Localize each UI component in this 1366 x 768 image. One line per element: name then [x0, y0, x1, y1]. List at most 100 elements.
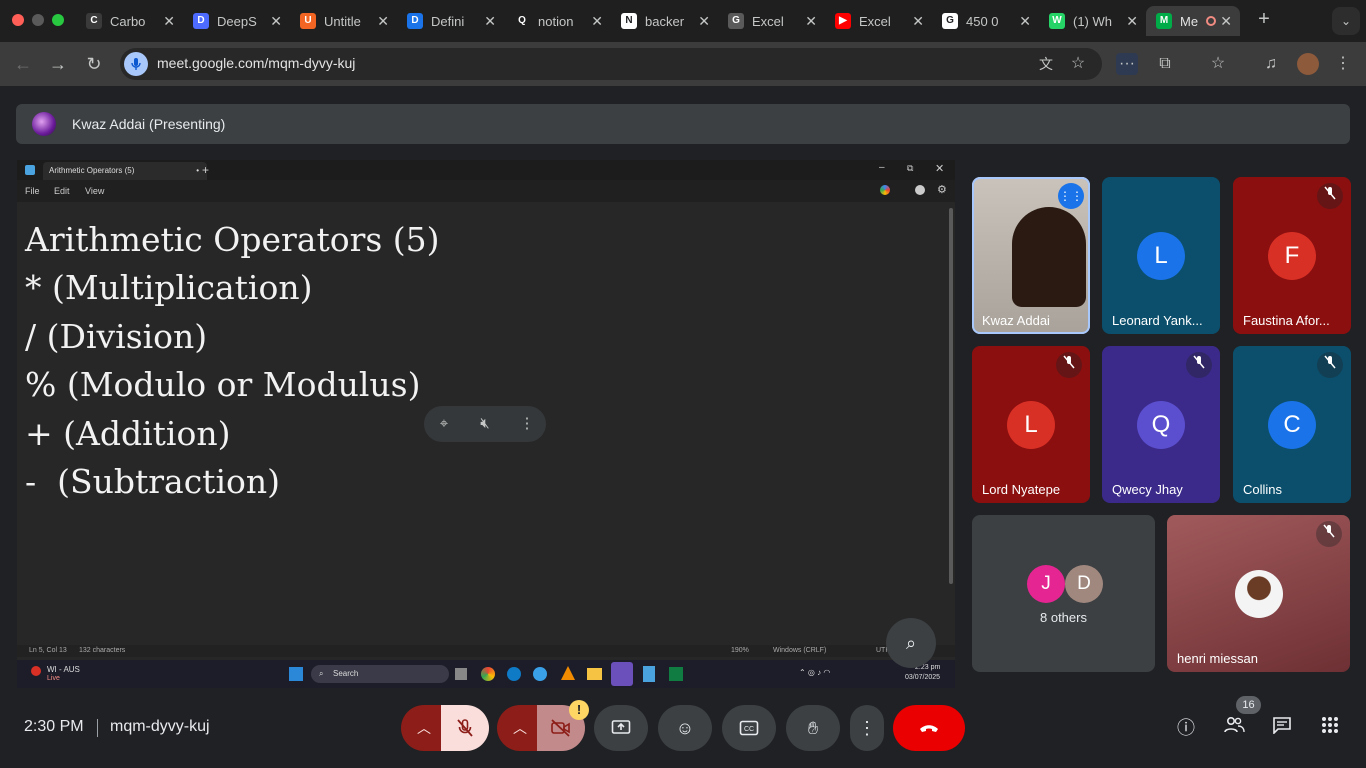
tile-more-options-icon[interactable]: ⋮: [516, 413, 538, 435]
translate-icon[interactable]: 文: [1035, 53, 1057, 75]
browser-tab[interactable]: ▶ Excel ✕: [825, 6, 932, 36]
presenting-label: Kwaz Addai (Presenting): [72, 116, 226, 132]
windows-start-icon: [289, 667, 303, 681]
browser-tab[interactable]: U Untitle ✕: [290, 6, 397, 36]
participant-tile[interactable]: L Leonard Yank...: [1102, 177, 1220, 334]
notepad-line: * (Multiplication): [25, 268, 313, 308]
participant-avatar: F: [1268, 232, 1316, 280]
extensions-puzzle-icon[interactable]: ⧉: [1154, 53, 1176, 75]
tab-close-icon[interactable]: ✕: [1220, 13, 1232, 30]
browser-tab[interactable]: D DeepS ✕: [183, 6, 290, 36]
url-text[interactable]: meet.google.com/mqm-dyvy-kuj: [157, 55, 355, 71]
leave-call-button[interactable]: [893, 705, 965, 751]
browser-tab[interactable]: W (1) Wh ✕: [1039, 6, 1146, 36]
meeting-control-bar: 2:30 PM mqm-dyvy-kuj ︿ ︿ ! ☺ CC ✋︎ ⋮ ⓘ 1…: [0, 696, 1366, 768]
participant-photo: [1235, 570, 1283, 618]
notepad-menu-view: View: [85, 186, 105, 196]
tab-close-icon[interactable]: ✕: [270, 13, 282, 30]
notepad-scrollbar: [949, 208, 953, 584]
tab-label: (1) Wh: [1073, 13, 1112, 29]
new-tab-button[interactable]: +: [1252, 8, 1276, 32]
media-control-icon[interactable]: ♫: [1260, 53, 1282, 75]
bookmark-star-icon[interactable]: ☆: [1067, 53, 1089, 75]
raise-hand-button[interactable]: ✋︎: [786, 705, 840, 751]
participant-name: Faustina Afor...: [1243, 313, 1330, 328]
address-bar[interactable]: meet.google.com/mqm-dyvy-kuj 文 ☆: [120, 48, 1102, 80]
participant-avatar: L: [1137, 232, 1185, 280]
tab-close-icon[interactable]: ✕: [805, 13, 817, 30]
participant-name: Leonard Yank...: [1112, 313, 1203, 328]
tab-close-icon[interactable]: ✕: [1126, 13, 1138, 30]
extension-dots-icon[interactable]: ···: [1116, 53, 1138, 75]
zoom-in-button[interactable]: ⌕: [886, 618, 936, 668]
notepad-menu: File Edit View ⚙: [17, 180, 955, 202]
divider: [97, 719, 98, 737]
mute-tile-icon[interactable]: 🔇︎: [474, 413, 496, 435]
browser-menu-icon[interactable]: ⋮: [1332, 53, 1354, 75]
taskbar-date: 03/07/2025: [905, 674, 941, 681]
reactions-button[interactable]: ☺: [658, 705, 712, 751]
windows-taskbar: WI - AUS Live ⌕ Search ⌃ ◎ ♪ ◠ 2:23 pm 0…: [17, 660, 955, 688]
taskbar-search-icon: ⌕: [319, 669, 324, 678]
tab-close-icon[interactable]: ✕: [698, 13, 710, 30]
more-options-button[interactable]: ⋮: [850, 705, 884, 751]
browser-tab[interactable]: C Carbo ✕: [76, 6, 183, 36]
minimize-window-button[interactable]: [32, 14, 44, 26]
taskbar-search-label: Search: [333, 669, 359, 678]
participant-tile[interactable]: C Collins: [1233, 346, 1351, 503]
tab-close-icon[interactable]: ✕: [163, 13, 175, 30]
activities-icon[interactable]: [1318, 716, 1342, 740]
browser-tab[interactable]: G Excel ✕: [718, 6, 825, 36]
tray-icons: ⌃ ◎ ♪ ◠: [799, 668, 831, 677]
profile-avatar[interactable]: [1297, 53, 1319, 75]
meeting-details-icon[interactable]: ⓘ: [1174, 716, 1198, 740]
participant-tile[interactable]: Q Qwecy Jhay: [1102, 346, 1220, 503]
back-button[interactable]: ←: [12, 53, 34, 75]
browser-tab[interactable]: Qnotion ✕: [504, 6, 611, 36]
forward-button[interactable]: →: [47, 53, 69, 75]
maximize-window-button[interactable]: [52, 14, 64, 26]
participant-tile[interactable]: ⋮⋮ Kwaz Addai: [972, 177, 1090, 334]
close-window-button[interactable]: [12, 14, 24, 26]
speaking-indicator-icon: ⋮⋮: [1058, 183, 1084, 209]
notepad-tab-close-icon: •: [196, 166, 199, 175]
present-screen-button[interactable]: [594, 705, 648, 751]
participant-name: henri miessan: [1177, 651, 1258, 666]
participant-tile[interactable]: F Faustina Afor...: [1233, 177, 1351, 334]
browser-tab-bar: C Carbo ✕ D DeepS ✕ U Untitle ✕ D Defini ✕ Qnotion ✕ N…: [0, 0, 1366, 42]
chatgpt-icon: G: [728, 13, 744, 29]
reload-button[interactable]: ↻: [83, 53, 105, 75]
chat-icon[interactable]: [1270, 716, 1294, 740]
bookmarks-icon[interactable]: ☆: [1207, 53, 1229, 75]
participant-tile-henri-miessan[interactable]: henri miessan: [1167, 515, 1350, 672]
mic-permission-icon[interactable]: [124, 52, 148, 76]
muted-mic-icon: [1317, 183, 1343, 209]
tab-close-icon[interactable]: ✕: [377, 13, 389, 30]
explorer-taskbar-icon: [587, 668, 602, 680]
tab-close-icon[interactable]: ✕: [591, 13, 603, 30]
browser-tab[interactable]: Nbacker ✕: [611, 6, 718, 36]
participant-tile[interactable]: L Lord Nyatepe: [972, 346, 1090, 503]
participant-avatar: C: [1268, 401, 1316, 449]
browser-tab[interactable]: D Defini ✕: [397, 6, 504, 36]
captions-button[interactable]: CC: [722, 705, 776, 751]
unpin-icon[interactable]: ⌖: [433, 413, 455, 435]
tab-search-button[interactable]: ⌄: [1332, 7, 1360, 35]
meeting-clock: 2:30 PM: [24, 718, 84, 735]
notepad-taskbar-icon: [643, 666, 655, 682]
whatsapp-icon: W: [1049, 13, 1065, 29]
google-icon: G: [942, 13, 958, 29]
mic-toggle-button[interactable]: [441, 705, 489, 751]
tab-close-icon[interactable]: ✕: [484, 13, 496, 30]
tab-close-icon[interactable]: ✕: [1019, 13, 1031, 30]
notepad-titlebar: Arithmetic Operators (5) • + – ⧉ ✕: [17, 160, 955, 180]
people-icon[interactable]: [1222, 716, 1246, 740]
chrome-taskbar-icon: [481, 667, 495, 681]
tab-label: Excel: [752, 13, 784, 29]
others-tile[interactable]: J D 8 others: [972, 515, 1155, 672]
taskview-icon: [455, 668, 467, 680]
tab-strip: C Carbo ✕ D DeepS ✕ U Untitle ✕ D Defini ✕ Qnotion ✕ N…: [76, 6, 1240, 36]
browser-tab[interactable]: G 450 0 ✕: [932, 6, 1039, 36]
browser-tab[interactable]: M Me ✕: [1146, 6, 1240, 36]
tab-close-icon[interactable]: ✕: [912, 13, 924, 30]
